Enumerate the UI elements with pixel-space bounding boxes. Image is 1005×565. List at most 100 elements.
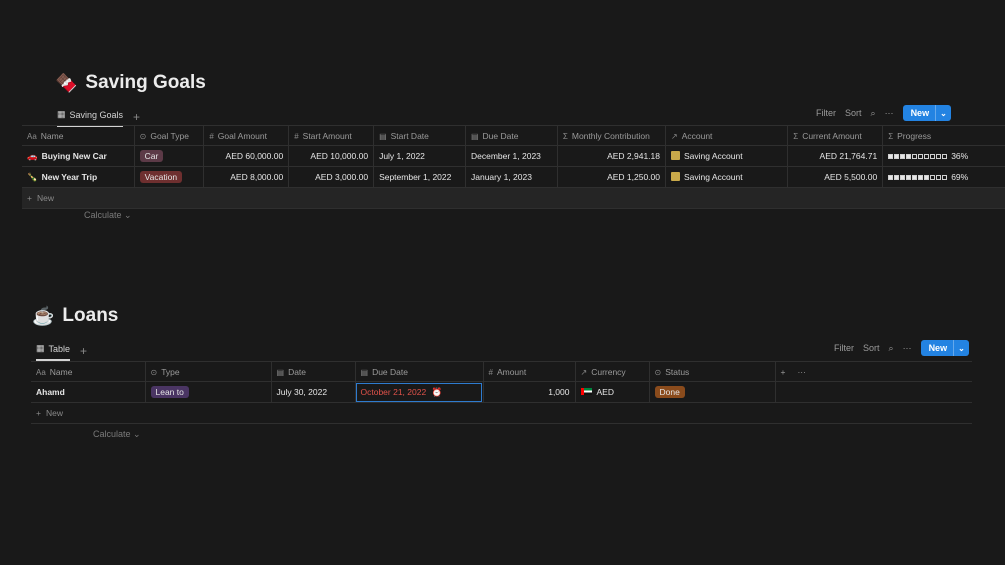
col-start-amount[interactable]: # Start Amount <box>288 125 375 146</box>
cell-type[interactable]: Lean to <box>145 381 272 403</box>
table-row[interactable]: Ahamd Lean to July 30, 2022 October 21, … <box>31 381 972 403</box>
add-property-icon[interactable]: + <box>781 367 786 377</box>
cell-current-amount[interactable]: AED 21,764.71 <box>787 145 884 167</box>
more-icon[interactable]: ··· <box>797 367 806 377</box>
cell-monthly[interactable]: AED 1,250.00 <box>557 166 667 188</box>
chevron-down-icon[interactable]: ⌄ <box>953 340 969 356</box>
more-icon[interactable]: ··· <box>903 343 912 353</box>
calendar-icon: ▤ <box>470 131 479 141</box>
table-row[interactable]: 🍾 New Year Trip Vacation AED 8,000.00 AED… <box>22 166 1005 188</box>
table-icon: ▦ <box>57 109 66 119</box>
cell-currency[interactable]: AED <box>575 381 650 403</box>
chevron-down-icon: ⌄ <box>133 429 141 439</box>
progress-square-filled <box>906 174 912 180</box>
bank-icon <box>671 172 680 181</box>
progress-bar: 69% <box>888 172 1000 182</box>
search-icon[interactable]: ⌕ <box>889 343 894 354</box>
filter-button[interactable]: Filter <box>816 108 836 118</box>
progress-square-empty <box>930 174 936 180</box>
col-label: Name <box>49 366 73 377</box>
cell-current-amount[interactable]: AED 5,500.00 <box>787 166 884 188</box>
col-name[interactable]: Aa Name <box>31 361 146 382</box>
col-currency[interactable]: ↗ Currency <box>575 361 650 382</box>
saving-goals-table: Aa Name ⊙ Goal Type # Goal Amount # Start Am… <box>22 125 1005 209</box>
progress-squares <box>888 174 948 180</box>
col-due-date[interactable]: ▤ Due Date <box>465 125 558 146</box>
cell-start-amount[interactable]: AED 3,000.00 <box>288 166 375 188</box>
cell-due-date[interactable]: December 1, 2023 <box>465 145 558 167</box>
add-view-icon[interactable]: + <box>80 344 87 358</box>
sort-button[interactable]: Sort <box>845 108 862 118</box>
col-label: Due Date <box>482 130 519 141</box>
new-row-label: New <box>45 408 63 418</box>
sort-button[interactable]: Sort <box>863 343 880 353</box>
plus-icon: + <box>36 408 41 418</box>
cell-start-amount[interactable]: AED 10,000.00 <box>288 145 375 167</box>
new-button[interactable]: New ⌄ <box>920 340 969 356</box>
add-view-icon[interactable]: + <box>133 110 140 124</box>
cell-account[interactable]: Saving Account <box>665 145 789 167</box>
col-name[interactable]: Aa Name <box>22 125 135 146</box>
cell-status[interactable]: Done <box>649 381 776 403</box>
tab-table[interactable]: ▦ Table <box>36 340 71 361</box>
cell-name[interactable]: 🚗 Buying New Car <box>22 145 135 167</box>
table-row[interactable]: 🚗 Buying New Car Car AED 60,000.00 AED 10… <box>22 145 1005 167</box>
col-progress[interactable]: Σ Progress <box>882 125 1005 146</box>
col-amount[interactable]: # Amount <box>483 361 576 382</box>
col-due-date[interactable]: ▤ Due Date <box>355 361 484 382</box>
table-header: Aa Name ⊙ Type ▤ Date ▤ Due Date # Amount ↗ Cu… <box>31 361 972 382</box>
progress-square-empty <box>936 153 942 159</box>
col-type[interactable]: ⊙ Type <box>145 361 272 382</box>
new-row[interactable]: + New <box>22 187 1005 209</box>
col-date[interactable]: ▤ Date <box>271 361 356 382</box>
cell-goal-amount[interactable]: AED 8,000.00 <box>203 166 290 188</box>
saving-goals-title: 🍫 Saving Goals <box>55 72 206 94</box>
cell-goal-amount[interactable]: AED 60,000.00 <box>203 145 290 167</box>
tab-saving-goals[interactable]: ▦ Saving Goals <box>57 106 124 127</box>
col-current-amount[interactable]: Σ Current Amount <box>787 125 884 146</box>
new-row[interactable]: + New <box>31 402 972 424</box>
calendar-icon: ▤ <box>360 367 369 377</box>
cell-goal-type[interactable]: Vacation <box>134 166 205 188</box>
col-start-date[interactable]: ▤ Start Date <box>373 125 466 146</box>
cell-date[interactable]: July 30, 2022 <box>271 381 356 403</box>
cell-account[interactable]: Saving Account <box>665 166 789 188</box>
saving-tabbar: ▦ Saving Goals + <box>57 106 140 127</box>
new-row-button[interactable]: + New <box>27 193 1000 203</box>
col-status[interactable]: ⊙ Status <box>649 361 776 382</box>
cell-amount[interactable]: 1,000 <box>483 381 576 403</box>
col-monthly-contribution[interactable]: Σ Monthly Contribution <box>557 125 667 146</box>
row-title: New Year Trip <box>41 171 98 182</box>
tab-label: Saving Goals <box>69 109 124 120</box>
select-icon: ⊙ <box>150 367 158 377</box>
cell-progress[interactable]: 36% <box>882 145 1005 167</box>
number-icon: # <box>294 131 299 141</box>
cell-due-date[interactable]: January 1, 2023 <box>465 166 558 188</box>
table-header: Aa Name ⊙ Goal Type # Goal Amount # Start Am… <box>22 125 1005 146</box>
cell-goal-type[interactable]: Car <box>134 145 205 167</box>
text-icon: Aa <box>36 367 46 377</box>
cell-name[interactable]: 🍾 New Year Trip <box>22 166 135 188</box>
cell-start-date[interactable]: July 1, 2022 <box>373 145 466 167</box>
new-button[interactable]: New ⌄ <box>902 105 951 121</box>
calculate-button[interactable]: Calculate ⌄ <box>84 210 132 221</box>
filter-button[interactable]: Filter <box>834 343 854 353</box>
cell-name[interactable]: Ahamd <box>31 381 146 403</box>
new-row-label: New <box>36 193 54 203</box>
chevron-down-icon[interactable]: ⌄ <box>935 105 951 121</box>
cell-start-date[interactable]: September 1, 2022 <box>373 166 466 188</box>
calculate-button[interactable]: Calculate ⌄ <box>93 429 141 440</box>
progress-squares <box>888 153 948 159</box>
search-icon[interactable]: ⌕ <box>871 108 876 119</box>
col-goal-amount[interactable]: # Goal Amount <box>203 125 290 146</box>
cell-progress[interactable]: 69% <box>882 166 1005 188</box>
progress-square-empty <box>912 153 918 159</box>
loans-title: ☕ Loans <box>32 305 118 327</box>
new-row-button[interactable]: + New <box>36 408 967 418</box>
more-icon[interactable]: ··· <box>885 108 894 118</box>
cell-monthly[interactable]: AED 2,941.18 <box>557 145 667 167</box>
col-account[interactable]: ↗ Account <box>665 125 789 146</box>
chocolate-icon: 🍫 <box>55 72 78 93</box>
col-goal-type[interactable]: ⊙ Goal Type <box>134 125 205 146</box>
cell-due-date[interactable]: October 21, 2022 ⏰ <box>355 381 484 403</box>
